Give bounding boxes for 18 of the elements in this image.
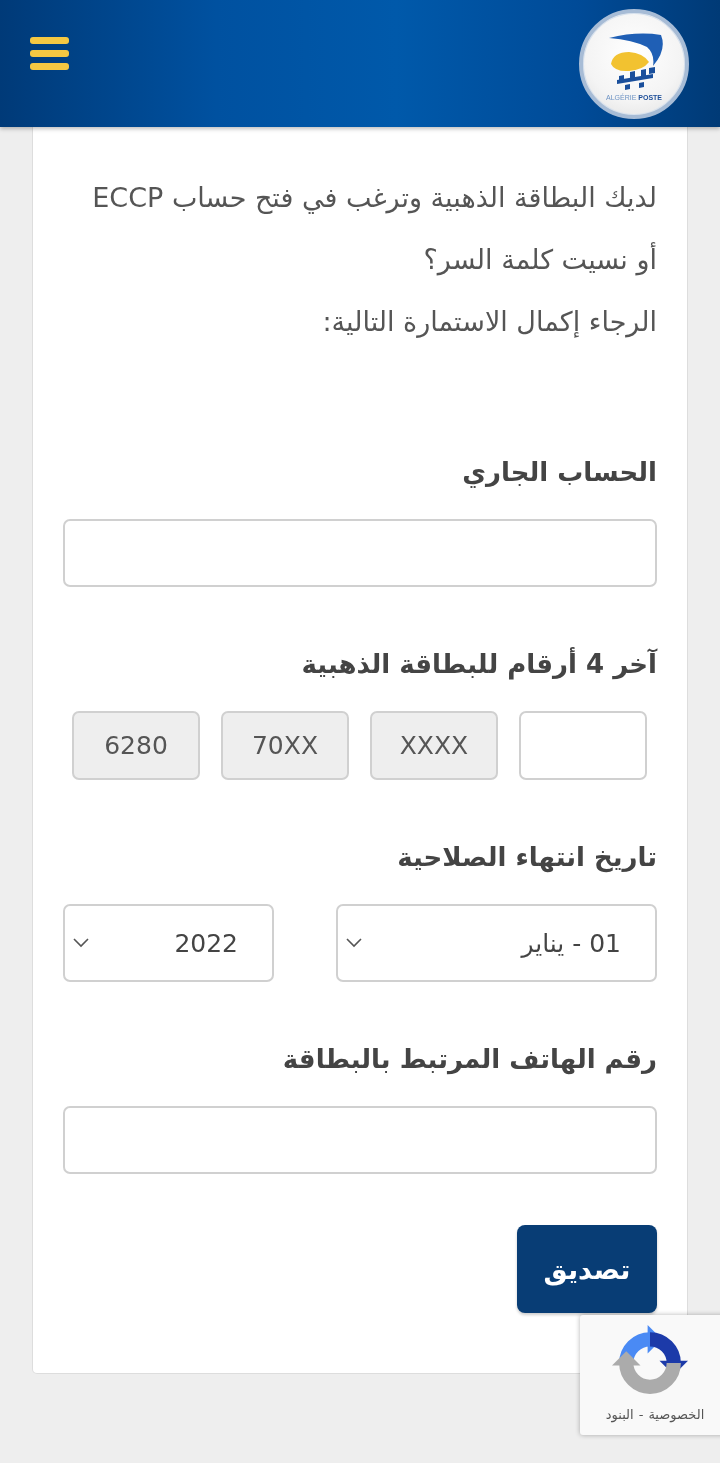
intro-text: لديك البطاقة الذهبية وترغب في فتح حساب ECCP أو نسيت كلمة السر؟ <box>91 181 657 278</box>
submit-button[interactable]: تصديق <box>517 1225 657 1313</box>
menu-icon[interactable] <box>30 37 69 70</box>
input-field[interactable] <box>63 519 657 587</box>
instruction-text: الرجاء إكمال الاستمارة التالية: <box>321 305 657 340</box>
chevron-down-icon <box>73 938 89 948</box>
chevron-down-icon <box>346 938 362 948</box>
field-label: آخر 4 أرقام للبطاقة الذهبية <box>300 646 657 682</box>
field-label: الحساب الجاري <box>461 456 657 490</box>
digit-field[interactable] <box>519 711 647 780</box>
dropdown-select[interactable]: 01 - يناير <box>336 904 657 982</box>
dropdown-select[interactable]: 2022 <box>63 904 274 982</box>
field-label: رقم الهاتف المرتبط بالبطاقة <box>281 1043 657 1077</box>
field-label: تاريخ انتهاء الصلاحية <box>396 841 657 875</box>
separator-text: - <box>638 1407 644 1422</box>
terms-link[interactable]: البنود <box>605 1407 634 1422</box>
privacy-link[interactable]: الخصوصية <box>648 1407 705 1422</box>
input-field[interactable] <box>63 1106 657 1174</box>
